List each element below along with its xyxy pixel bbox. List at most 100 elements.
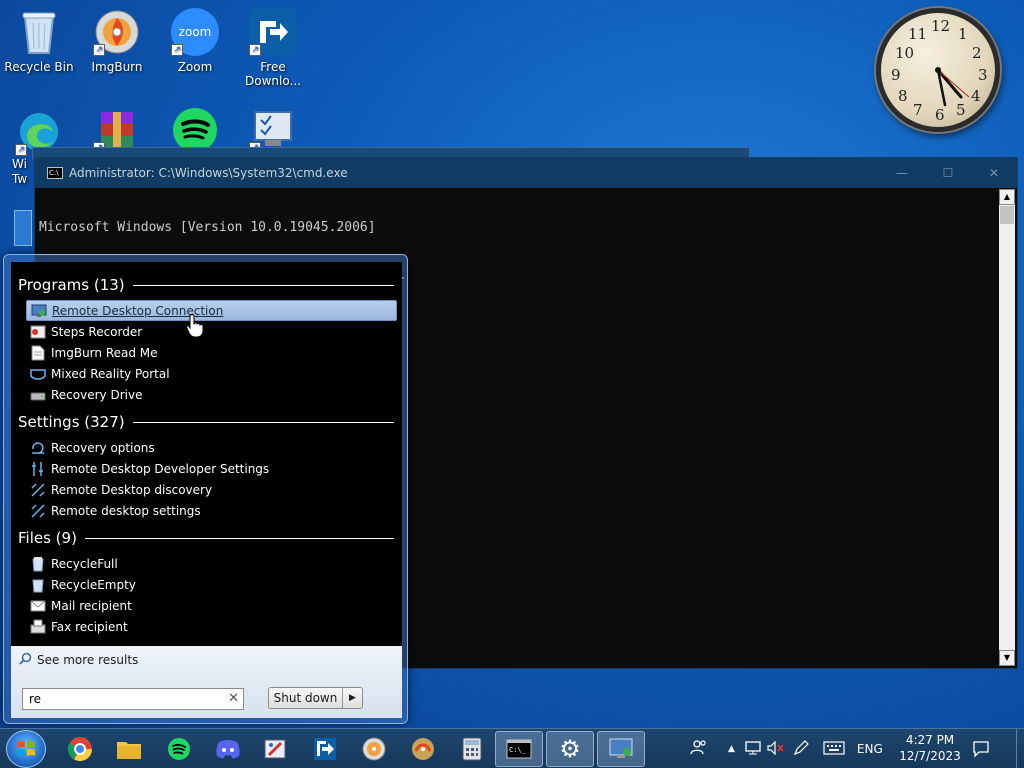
taskbar-clock[interactable]: 4:27 PM 12/7/2023 (896, 732, 964, 764)
result-recovery-drive[interactable]: Recovery Drive (26, 384, 397, 405)
maximize-button[interactable]: ☐ (925, 158, 971, 188)
taskbar-file-explorer[interactable] (107, 731, 151, 767)
language-indicator[interactable]: ENG (857, 742, 883, 756)
zoom-icon: zoom ↗ (171, 8, 219, 56)
section-header-programs: Programs (13) (18, 276, 394, 294)
taskbar: C:\_ ⚙ ▲ ENG 4:27 PM 12/7/2023 (0, 728, 1024, 768)
result-remote-desktop-settings[interactable]: Remote desktop settings (26, 500, 397, 521)
imgburn-icon: ↗ (93, 8, 141, 56)
shortcut-arrow-icon: ↗ (15, 144, 27, 156)
result-recycleempty[interactable]: RecycleEmpty (26, 574, 397, 595)
recycle-bin-icon (15, 8, 63, 56)
taskbar-spotify[interactable] (157, 731, 201, 767)
section-header-files: Files (9) (18, 529, 394, 547)
disc-app-icon (412, 738, 434, 760)
scroll-up-button[interactable]: ▲ (999, 189, 1015, 205)
taskbar-remote-desktop[interactable] (597, 731, 645, 767)
free-download-manager-icon: ↗ (249, 8, 297, 56)
taskbar-imgburn[interactable] (352, 731, 396, 767)
fax-icon (30, 619, 46, 635)
result-fax-recipient[interactable]: Fax recipient (26, 616, 397, 637)
taskbar-calculator[interactable] (450, 731, 494, 767)
cmd-title: Administrator: C:\Windows\System32\cmd.e… (69, 166, 348, 180)
result-recyclefull[interactable]: RecycleFull (26, 553, 397, 574)
clock-hands (935, 67, 970, 107)
section-title: Programs (13) (18, 276, 125, 294)
zoom-logo-text: zoom (178, 25, 212, 39)
scroll-thumb[interactable] (1000, 206, 1014, 224)
pen-icon[interactable] (793, 739, 809, 759)
volume-muted-icon[interactable] (767, 740, 785, 758)
result-imgburn-read-me[interactable]: ImgBurn Read Me (26, 342, 397, 363)
developer-icon (30, 461, 46, 477)
taskbar-discord[interactable] (206, 731, 250, 767)
remote-desktop-icon (609, 738, 633, 758)
result-recovery-options[interactable]: Recovery options (26, 437, 397, 458)
cmd-line: Microsoft Windows [Version 10.0.19045.20… (39, 220, 376, 235)
shut-down-label: Shut down (273, 691, 338, 705)
search-icon (19, 652, 32, 668)
document-icon (30, 345, 46, 361)
taskbar-chrome[interactable] (58, 731, 102, 767)
gear-icon: ⚙ (559, 735, 581, 763)
desktop-icon-partial[interactable] (14, 210, 32, 246)
remote-icon (30, 482, 46, 498)
result-label: Fax recipient (51, 619, 128, 634)
result-label: Mixed Reality Portal (51, 366, 170, 381)
hand-cursor-icon (186, 314, 204, 341)
shut-down-options-arrow-icon[interactable]: ▶ (342, 688, 362, 708)
taskbar-cmd[interactable]: C:\_ (495, 731, 543, 767)
action-center-button[interactable] (968, 737, 994, 761)
result-mixed-reality-portal[interactable]: Mixed Reality Portal (26, 363, 397, 384)
desktop-icon-zoom[interactable]: zoom ↗ Zoom (157, 8, 233, 74)
result-label: Remote Desktop Developer Settings (51, 461, 270, 476)
clear-search-icon[interactable]: ✕ (228, 689, 239, 709)
result-label: ImgBurn Read Me (51, 345, 158, 360)
shut-down-button[interactable]: Shut down ▶ (268, 687, 363, 709)
minimize-button[interactable]: — (879, 158, 925, 188)
start-button[interactable] (6, 730, 46, 768)
clock-gadget[interactable]: 12 1 2 3 4 5 6 7 8 9 10 11 (876, 8, 1000, 132)
see-more-results-link[interactable]: See more results (19, 652, 138, 668)
result-remote-desktop-discovery[interactable]: Remote Desktop discovery (26, 479, 397, 500)
cmd-scrollbar[interactable]: ▲ ▼ (999, 189, 1015, 666)
section-header-settings: Settings (327) (18, 413, 394, 431)
search-input[interactable]: re ✕ (22, 688, 244, 710)
touch-keyboard-icon[interactable] (823, 740, 845, 758)
result-label: RecycleEmpty (51, 577, 136, 592)
result-remote-desktop-developer-settings[interactable]: Remote Desktop Developer Settings (26, 458, 397, 479)
desktop-icon-label: ImgBurn (91, 60, 143, 74)
desktop-icon-free-download-manager[interactable]: ↗ Free Downlo... (235, 8, 311, 88)
show-hidden-icons-icon[interactable]: ▲ (728, 744, 735, 754)
windows-logo-icon (17, 741, 35, 756)
result-label: Steps Recorder (51, 324, 143, 339)
folder-icon (117, 742, 141, 759)
recovery-icon (30, 440, 46, 456)
remote-icon (30, 503, 46, 519)
desktop-icon-recycle-bin[interactable]: Recycle Bin (1, 8, 77, 74)
calculator-icon (462, 737, 482, 761)
taskbar-paint[interactable] (253, 731, 297, 767)
search-input-value: re (29, 692, 42, 706)
result-label: Recovery Drive (51, 387, 143, 402)
recycle-full-icon (30, 556, 46, 572)
scroll-down-button[interactable]: ▼ (999, 650, 1015, 666)
imgburn-icon (362, 737, 386, 761)
network-icon[interactable] (745, 740, 761, 758)
result-steps-recorder[interactable]: Steps Recorder (26, 321, 397, 342)
desktop-icon-imgburn[interactable]: ↗ ImgBurn (79, 8, 155, 74)
taskbar-free-download-manager[interactable] (303, 731, 347, 767)
result-remote-desktop-connection[interactable]: Remote Desktop Connection (26, 300, 397, 321)
recycle-empty-icon (30, 577, 46, 593)
close-button[interactable]: ✕ (971, 158, 1017, 188)
show-desktop-button[interactable] (1016, 729, 1024, 768)
result-label: Recovery options (51, 440, 155, 455)
result-mail-recipient[interactable]: Mail recipient (26, 595, 397, 616)
drive-icon (30, 387, 46, 403)
cmd-titlebar[interactable]: C:\ Administrator: C:\Windows\System32\c… (35, 158, 1017, 188)
people-icon[interactable] (690, 738, 708, 760)
result-label: RecycleFull (51, 556, 118, 571)
taskbar-settings[interactable]: ⚙ (546, 731, 594, 767)
taskbar-disc-app[interactable] (401, 731, 445, 767)
taskbar-date: 12/7/2023 (899, 749, 961, 763)
